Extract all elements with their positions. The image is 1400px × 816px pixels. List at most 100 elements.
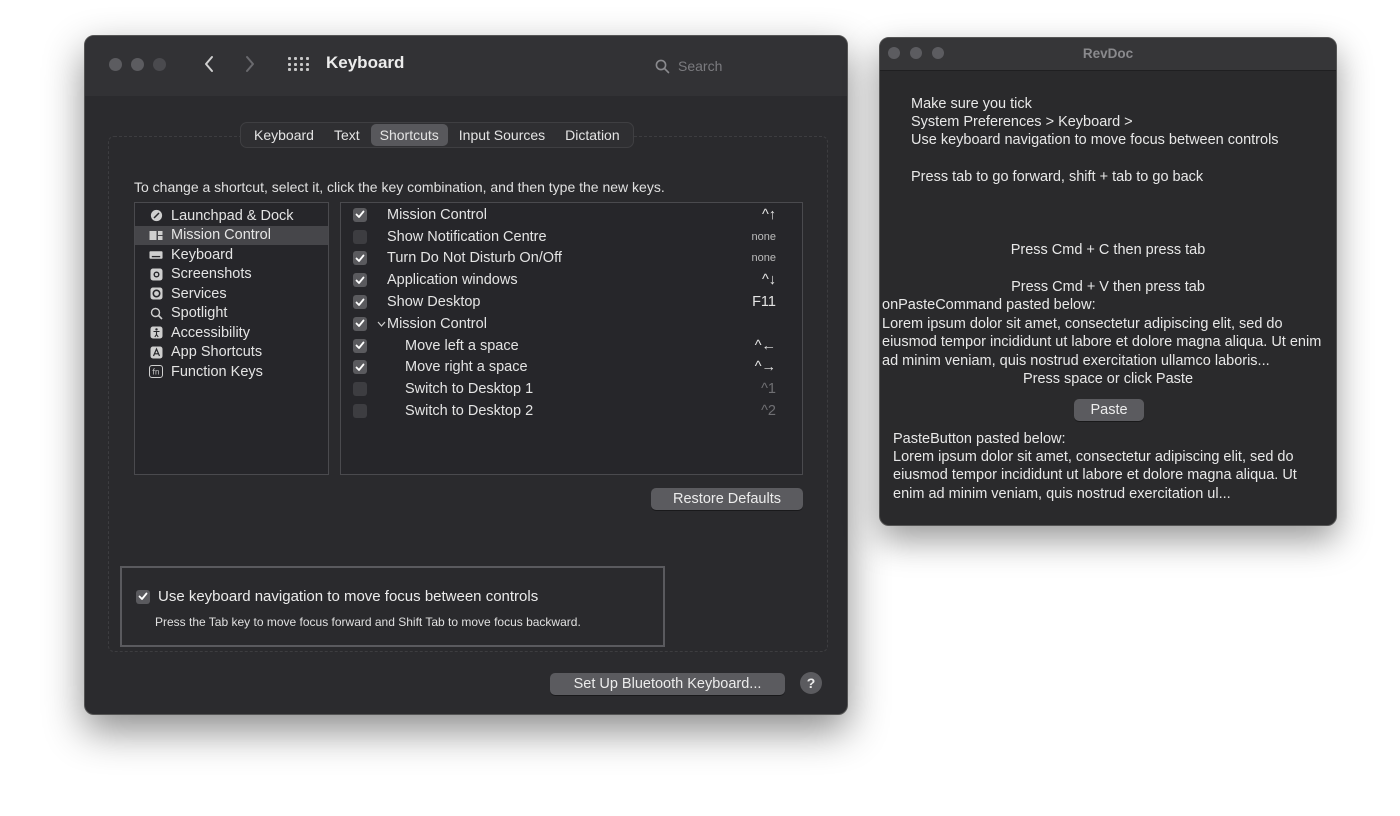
- accessibility-icon: [149, 326, 163, 339]
- category-launchpad-dock[interactable]: Launchpad & Dock: [135, 206, 328, 226]
- paste-command-heading: onPasteCommand pasted below:: [882, 297, 1096, 313]
- shortcut-row[interactable]: Application windows ^↓: [341, 269, 802, 291]
- shortcut-label: Application windows: [387, 272, 518, 289]
- shortcut-key[interactable]: none: [752, 231, 776, 243]
- shortcut-checkbox[interactable]: [353, 295, 367, 310]
- zoom-button[interactable]: [153, 58, 166, 71]
- shortcut-checkbox[interactable]: [353, 251, 367, 266]
- shortcut-checkbox[interactable]: [353, 207, 367, 222]
- intro-line: Make sure you tick: [911, 96, 1032, 112]
- tab-dictation[interactable]: Dictation: [556, 124, 628, 146]
- category-label: Spotlight: [171, 305, 228, 322]
- shortcut-checkbox[interactable]: [353, 273, 367, 288]
- shortcut-key[interactable]: none: [752, 252, 776, 264]
- paste-command-text[interactable]: Lorem ipsum dolor sit amet, consectetur …: [882, 315, 1336, 370]
- show-all-grid-icon[interactable]: [288, 57, 309, 71]
- search-field[interactable]: Search: [655, 54, 815, 78]
- shortcut-key[interactable]: ^→: [755, 359, 776, 375]
- shortcut-key[interactable]: ^↑: [762, 207, 776, 223]
- checkmark-icon: [355, 254, 365, 262]
- shortcut-label: Switch to Desktop 2: [405, 403, 534, 420]
- paste-button-text[interactable]: Lorem ipsum dolor sit amet, consectetur …: [893, 448, 1327, 503]
- shortcut-row[interactable]: Move right a space ^→: [341, 357, 802, 379]
- disclosure-chevron-down-icon[interactable]: [377, 321, 386, 327]
- category-label: Keyboard: [171, 246, 234, 263]
- title-bar: Keyboard Search: [85, 36, 847, 96]
- setup-bluetooth-keyboard-button[interactable]: Set Up Bluetooth Keyboard...: [550, 673, 785, 695]
- shortcut-checkbox[interactable]: [353, 229, 367, 244]
- shortcut-key[interactable]: ^↓: [762, 272, 776, 288]
- category-list: Launchpad & Dock Mission Control Keyboar…: [134, 202, 329, 475]
- forward-button[interactable]: [237, 50, 263, 78]
- shortcut-row[interactable]: Switch to Desktop 2 ^2: [341, 400, 802, 422]
- shortcut-label: Switch to Desktop 1: [405, 381, 534, 398]
- window-title: RevDoc: [1082, 46, 1134, 61]
- magnifier-icon: [149, 307, 163, 320]
- checkmark-icon: [355, 341, 365, 350]
- search-placeholder: Search: [678, 58, 723, 74]
- restore-defaults-button[interactable]: Restore Defaults: [651, 488, 803, 510]
- shortcut-label: Move right a space: [405, 359, 528, 376]
- intro-line: Use keyboard navigation to move focus be…: [911, 132, 1279, 148]
- tab-shortcuts[interactable]: Shortcuts: [370, 124, 448, 146]
- shortcut-checkbox[interactable]: [353, 316, 367, 331]
- checkmark-icon: [355, 298, 365, 306]
- category-accessibility[interactable]: Accessibility: [135, 323, 328, 343]
- shortcut-row[interactable]: Show Notification Centre none: [341, 226, 802, 248]
- category-app-shortcuts[interactable]: App Shortcuts: [135, 343, 328, 363]
- category-mission-control[interactable]: Mission Control: [135, 225, 328, 245]
- shortcut-label: Show Notification Centre: [387, 228, 547, 245]
- category-services[interactable]: Services: [135, 284, 328, 304]
- category-label: Mission Control: [171, 227, 271, 244]
- tab-input-sources[interactable]: Input Sources: [450, 124, 554, 146]
- shortcut-key[interactable]: ^←: [755, 338, 776, 354]
- tab-text[interactable]: Text: [325, 124, 369, 146]
- shortcut-row[interactable]: Move left a space ^←: [341, 335, 802, 357]
- window-title: Keyboard: [326, 53, 405, 72]
- checkmark-icon: [355, 319, 365, 328]
- shortcut-key[interactable]: ^2: [761, 403, 776, 419]
- category-spotlight[interactable]: Spotlight: [135, 304, 328, 324]
- instructions-text: To change a shortcut, select it, click t…: [134, 179, 665, 195]
- launchpad-icon: [149, 209, 163, 222]
- category-label: Launchpad & Dock: [171, 207, 294, 224]
- shortcut-key[interactable]: ^1: [761, 381, 776, 397]
- shortcut-checkbox[interactable]: [353, 404, 367, 419]
- category-function-keys[interactable]: fn Function Keys: [135, 362, 328, 382]
- category-keyboard[interactable]: Keyboard: [135, 245, 328, 265]
- checkmark-icon: [138, 592, 148, 600]
- keyboard-preferences-window: Keyboard Search Keyboard Text Shortcuts …: [84, 35, 848, 715]
- shortcut-checkbox[interactable]: [353, 360, 367, 375]
- keyboard-navigation-checkbox[interactable]: [136, 589, 150, 604]
- keyboard-navigation-option[interactable]: Use keyboard navigation to move focus be…: [136, 588, 538, 605]
- paste-button[interactable]: Paste: [1074, 399, 1144, 421]
- category-label: Function Keys: [171, 363, 263, 380]
- shortcut-label: Show Desktop: [387, 294, 481, 311]
- tab-hint: Press tab to go forward, shift + tab to …: [911, 169, 1204, 185]
- shortcut-group-row[interactable]: Mission Control: [341, 313, 802, 335]
- shortcut-checkbox[interactable]: [353, 382, 367, 397]
- space-hint: Press space or click Paste: [1022, 371, 1194, 387]
- help-button[interactable]: ?: [800, 672, 822, 694]
- copy-hint: Press Cmd + C then press tab: [1010, 242, 1206, 258]
- shortcut-label: Mission Control: [387, 315, 487, 332]
- tab-bar: Keyboard Text Shortcuts Input Sources Di…: [240, 122, 634, 148]
- category-label: Screenshots: [171, 266, 252, 283]
- paste-hint: Press Cmd + V then press tab: [1011, 279, 1205, 295]
- shortcut-list: Mission Control ^↑ Show Notification Cen…: [340, 202, 803, 475]
- search-icon: [655, 59, 670, 73]
- shortcut-checkbox[interactable]: [353, 338, 367, 353]
- minimize-button[interactable]: [131, 58, 144, 71]
- fn-icon: fn: [149, 365, 163, 379]
- shortcut-row[interactable]: Turn Do Not Disturb On/Off none: [341, 248, 802, 270]
- tab-keyboard[interactable]: Keyboard: [245, 124, 323, 146]
- shortcut-row[interactable]: Switch to Desktop 1 ^1: [341, 378, 802, 400]
- title-bar: RevDoc: [880, 38, 1336, 71]
- shortcut-key[interactable]: F11: [752, 294, 776, 310]
- shortcut-row[interactable]: Show Desktop F11: [341, 291, 802, 313]
- category-screenshots[interactable]: Screenshots: [135, 265, 328, 285]
- back-button[interactable]: [196, 50, 222, 78]
- category-label: Accessibility: [171, 324, 250, 341]
- close-button[interactable]: [109, 58, 122, 71]
- shortcut-row[interactable]: Mission Control ^↑: [341, 204, 802, 226]
